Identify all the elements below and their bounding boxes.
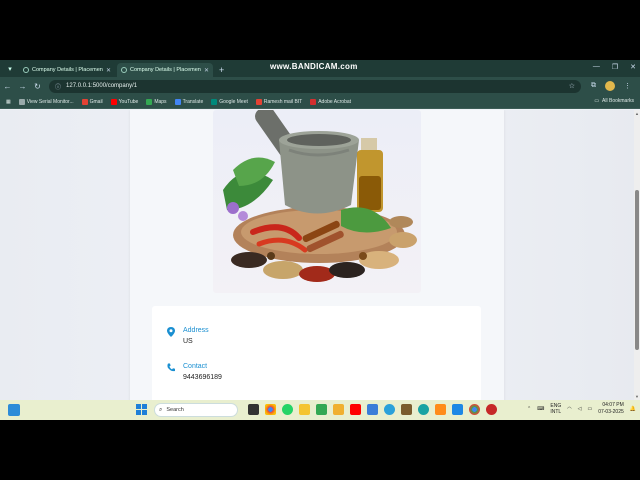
translate-icon xyxy=(174,98,181,105)
bookmarks-bar: ▦ View Serial Monitor... Gmail YouTube M… xyxy=(0,95,640,109)
globe-icon xyxy=(23,67,29,73)
bookmark-item[interactable]: YouTube xyxy=(110,98,138,105)
task-view-icon[interactable] xyxy=(248,404,259,415)
contact-row: Contact 9443696189 xyxy=(167,363,222,381)
bookmark-item[interactable]: Maps xyxy=(146,98,167,105)
tab-search-icon[interactable]: ▾ xyxy=(3,62,17,76)
maps-icon xyxy=(146,98,153,105)
herbs-spices-illustration xyxy=(223,110,417,282)
store-icon[interactable] xyxy=(401,404,412,415)
bandicam-watermark: www.BANDICAM.com xyxy=(270,62,358,71)
bookmark-item[interactable]: Google Meet xyxy=(211,98,248,105)
record-icon[interactable] xyxy=(486,404,497,415)
address-label: Address xyxy=(183,327,209,334)
contact-label: Contact xyxy=(183,363,208,370)
start-button[interactable] xyxy=(136,404,147,415)
browser-tab-bar: ▾ Company Details | Placement Pr ✕ Compa… xyxy=(0,60,640,77)
drive-icon[interactable] xyxy=(316,404,327,415)
chrome-active-icon[interactable] xyxy=(469,404,480,415)
company-card: Address US Contact 9443696189 xyxy=(130,110,504,400)
youtube-icon xyxy=(110,98,117,105)
tab-company-details-1[interactable]: Company Details | Placement Pr ✕ xyxy=(19,63,115,77)
folder-icon[interactable] xyxy=(333,404,344,415)
edge-icon[interactable] xyxy=(418,404,429,415)
taskbar-apps xyxy=(248,404,497,415)
profile-avatar[interactable] xyxy=(605,81,615,91)
phone-icon xyxy=(167,363,175,381)
scroll-up-icon[interactable]: ▲ xyxy=(635,111,639,116)
chrome-icon[interactable] xyxy=(265,404,276,415)
scrollbar-thumb[interactable] xyxy=(635,190,639,350)
folder-icon: ▭ xyxy=(594,98,600,104)
scroll-down-icon[interactable]: ▼ xyxy=(635,394,639,399)
search-placeholder: Search xyxy=(166,407,184,413)
clock[interactable]: 04:07 PM 07-03-2025 xyxy=(598,402,624,416)
bookmark-item[interactable]: Gmail xyxy=(81,98,103,105)
url-text[interactable]: 127.0.0.1:5000/company/1 xyxy=(66,83,564,89)
language-indicator[interactable]: ENG INTL xyxy=(550,403,561,415)
new-tab-button[interactable]: + xyxy=(219,65,224,75)
location-pin-icon xyxy=(167,327,175,345)
close-tab-icon[interactable]: ✕ xyxy=(106,67,111,74)
tab-title: Company Details | Placement Pr xyxy=(32,67,103,73)
tab-title: Company Details | Placement Pr xyxy=(130,67,201,73)
photos-icon[interactable] xyxy=(367,404,378,415)
page-scrollbar[interactable]: ▲ ▼ xyxy=(634,110,640,400)
globe-icon xyxy=(121,67,127,73)
restore-icon[interactable]: ❐ xyxy=(612,63,618,71)
notification-icon[interactable]: 🔔 xyxy=(630,406,636,412)
gmail-icon xyxy=(255,98,262,105)
reload-icon[interactable]: ↻ xyxy=(30,82,45,91)
wifi-icon[interactable]: ◠ xyxy=(567,406,571,412)
gmail-icon xyxy=(81,98,88,105)
forward-icon[interactable]: → xyxy=(15,82,30,91)
screen: ▾ Company Details | Placement Pr ✕ Compa… xyxy=(0,60,640,420)
search-icon: ⌕ xyxy=(159,406,163,413)
windows-taskbar: ⌕ Search ⌃ ⌨ ENG INTL ◠ ◁ ▭ 04:07 PM 07-… xyxy=(0,400,640,420)
web-page: Address US Contact 9443696189 ▲ ▼ xyxy=(0,110,640,400)
toolbar-actions: ⧉ ⋮ xyxy=(591,81,631,91)
widgets-icon[interactable] xyxy=(8,404,20,416)
extensions-icon[interactable]: ⧉ xyxy=(591,82,596,90)
tab-company-details-2[interactable]: Company Details | Placement Pr ✕ xyxy=(117,63,213,77)
bookmark-item[interactable]: Ramesh mail BIT xyxy=(255,98,302,105)
company-image xyxy=(213,110,421,293)
acrobat-icon xyxy=(310,98,317,105)
address-bar[interactable]: ⓘ 127.0.0.1:5000/company/1 ☆ xyxy=(49,79,581,93)
browser-toolbar: ← → ↻ ⓘ 127.0.0.1:5000/company/1 ☆ ⧉ ⋮ xyxy=(0,77,640,95)
letterbox-bottom xyxy=(0,420,640,480)
company-info-panel: Address US Contact 9443696189 xyxy=(152,306,481,400)
volume-icon[interactable]: ◁ xyxy=(578,406,582,412)
bookmark-star-icon[interactable]: ☆ xyxy=(569,82,575,90)
bookmark-favicon-icon xyxy=(18,98,25,105)
address-value: US xyxy=(183,338,193,345)
close-window-icon[interactable]: ✕ xyxy=(630,63,636,71)
telegram-icon[interactable] xyxy=(384,404,395,415)
menu-icon[interactable]: ⋮ xyxy=(624,82,631,90)
chevron-up-icon[interactable]: ⌃ xyxy=(527,406,531,412)
address-row: Address US xyxy=(167,327,209,345)
back-icon[interactable]: ← xyxy=(0,82,15,91)
bookmark-item[interactable]: View Serial Monitor... xyxy=(18,98,74,105)
minimize-icon[interactable]: — xyxy=(593,63,600,71)
meet-icon xyxy=(211,98,218,105)
onedrive-icon[interactable] xyxy=(435,404,446,415)
window-controls: — ❐ ✕ xyxy=(593,63,636,71)
whatsapp-icon[interactable] xyxy=(282,404,293,415)
site-info-icon[interactable]: ⓘ xyxy=(55,82,61,91)
contact-value: 9443696189 xyxy=(183,374,222,381)
keyboard-icon[interactable]: ⌨ xyxy=(537,406,544,412)
apps-icon[interactable]: ▦ xyxy=(6,99,11,105)
file-explorer-icon[interactable] xyxy=(299,404,310,415)
battery-icon[interactable]: ▭ xyxy=(587,406,592,412)
close-tab-icon[interactable]: ✕ xyxy=(204,67,209,74)
system-tray: ⌃ ⌨ ENG INTL ◠ ◁ ▭ 04:07 PM 07-03-2025 🔔 xyxy=(527,402,636,416)
letterbox-top xyxy=(0,0,640,60)
taskbar-search[interactable]: ⌕ Search xyxy=(154,403,238,417)
youtube-icon[interactable] xyxy=(350,404,361,415)
vscode-icon[interactable] xyxy=(452,404,463,415)
bookmark-item[interactable]: Adobe Acrobat xyxy=(310,98,351,105)
all-bookmarks[interactable]: ▭ All Bookmarks xyxy=(594,98,634,104)
bookmark-item[interactable]: Translate xyxy=(174,98,203,105)
